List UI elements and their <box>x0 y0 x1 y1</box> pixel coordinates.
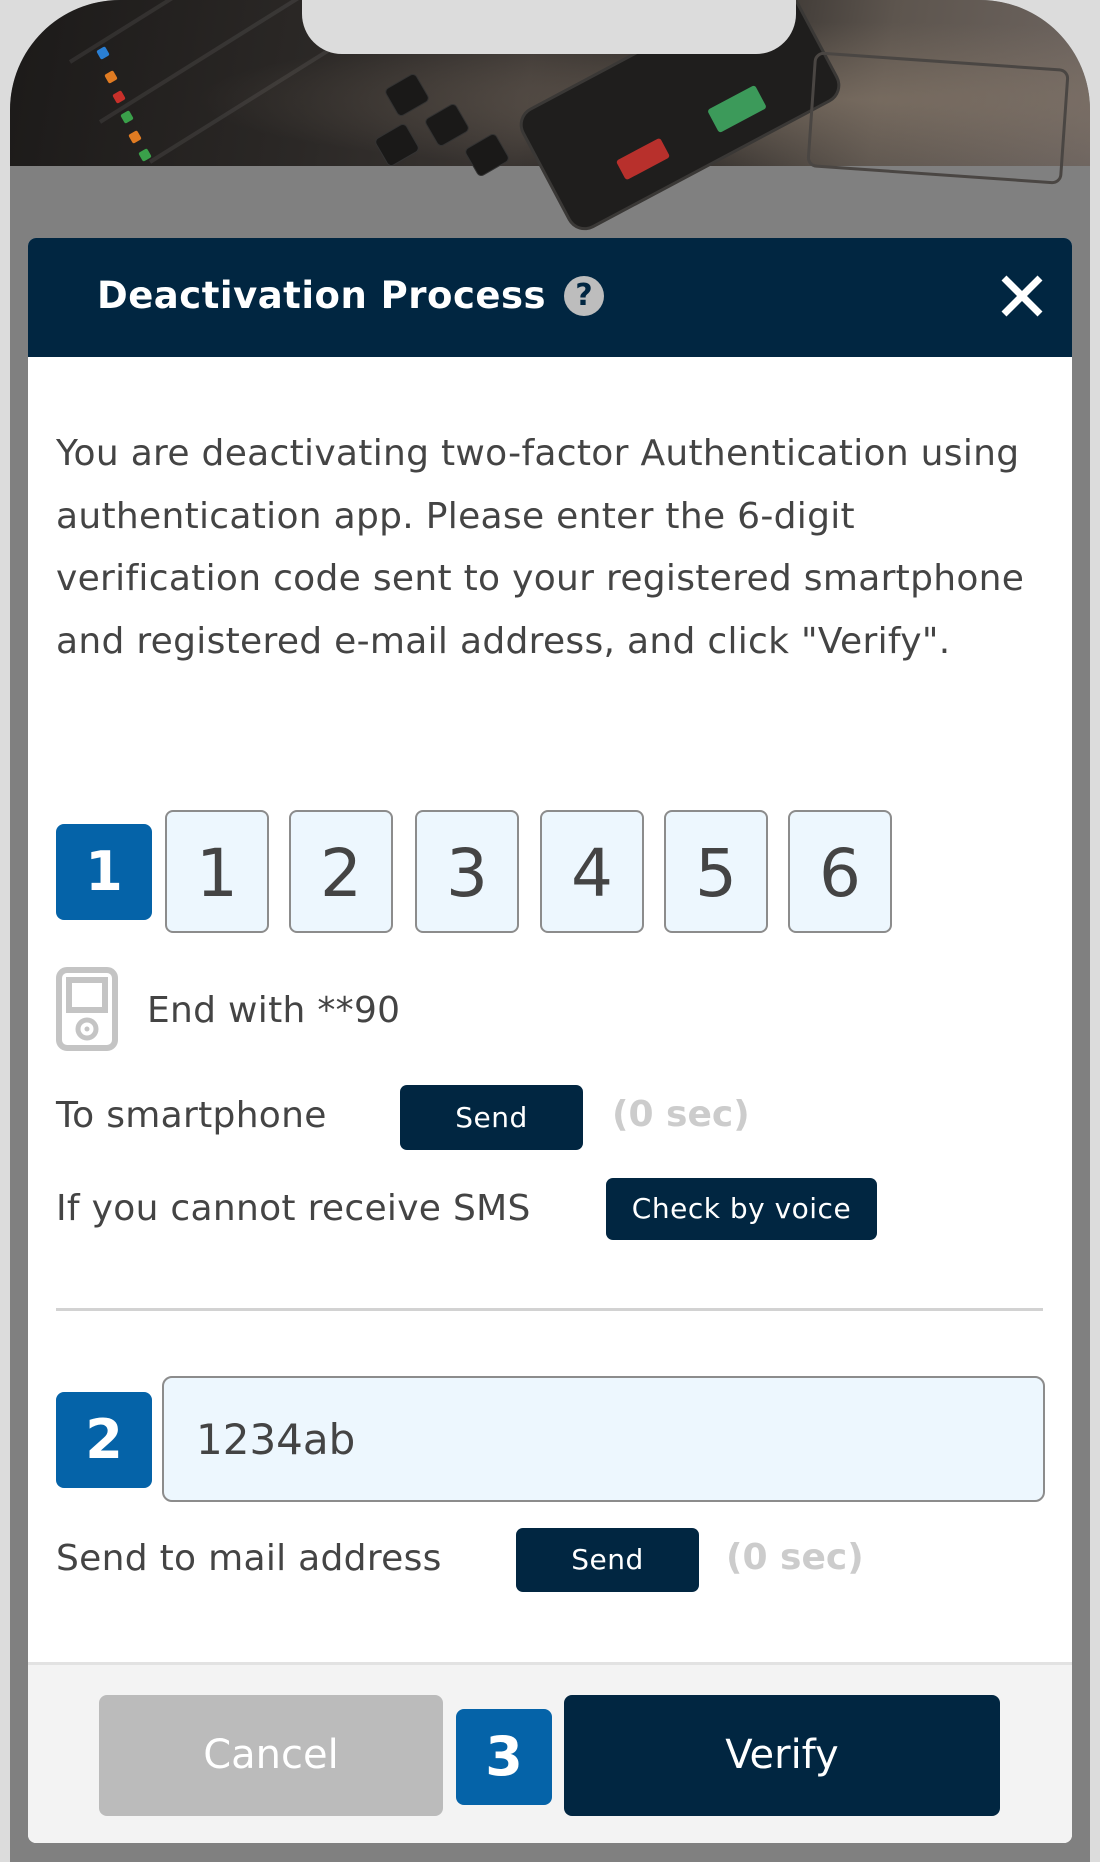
help-icon[interactable]: ? <box>564 276 604 316</box>
step-1-badge: 1 <box>56 824 152 920</box>
code-digit-6[interactable]: 6 <box>788 810 892 933</box>
code-digit-2[interactable]: 2 <box>289 810 393 933</box>
modal-header: Deactivation Process ? <box>28 238 1072 357</box>
sms-timer: (0 sec) <box>612 1094 750 1135</box>
send-email-button[interactable]: Send <box>516 1528 699 1592</box>
close-icon[interactable] <box>998 272 1046 320</box>
section-divider <box>56 1308 1043 1311</box>
step-3-badge: 3 <box>456 1709 552 1805</box>
code-digit-5[interactable]: 5 <box>664 810 768 933</box>
send-sms-button[interactable]: Send <box>400 1085 583 1150</box>
email-code-input[interactable] <box>162 1376 1045 1502</box>
modal-footer: Cancel 3 Verify <box>28 1662 1072 1843</box>
check-by-voice-button[interactable]: Check by voice <box>606 1178 877 1240</box>
step-2-badge: 2 <box>56 1392 152 1488</box>
instructions-text: You are deactivating two-factor Authenti… <box>56 433 1025 662</box>
code-digit-3[interactable]: 3 <box>415 810 519 933</box>
deactivation-modal: Deactivation Process ? You are deactivat… <box>28 238 1072 1843</box>
smartphone-icon <box>56 967 118 1051</box>
cancel-button[interactable]: Cancel <box>99 1695 443 1816</box>
email-timer: (0 sec) <box>726 1537 864 1578</box>
sms-fallback-label: If you cannot receive SMS <box>56 1188 531 1229</box>
verify-button[interactable]: Verify <box>564 1695 1000 1816</box>
to-smartphone-label: To smartphone <box>56 1095 327 1136</box>
code-digit-1[interactable]: 1 <box>165 810 269 933</box>
phone-notch <box>302 0 796 54</box>
phone-number-hint: End with **90 <box>147 990 401 1031</box>
code-digit-4[interactable]: 4 <box>540 810 644 933</box>
modal-title: Deactivation Process <box>97 274 547 317</box>
send-to-mail-label: Send to mail address <box>56 1538 442 1579</box>
